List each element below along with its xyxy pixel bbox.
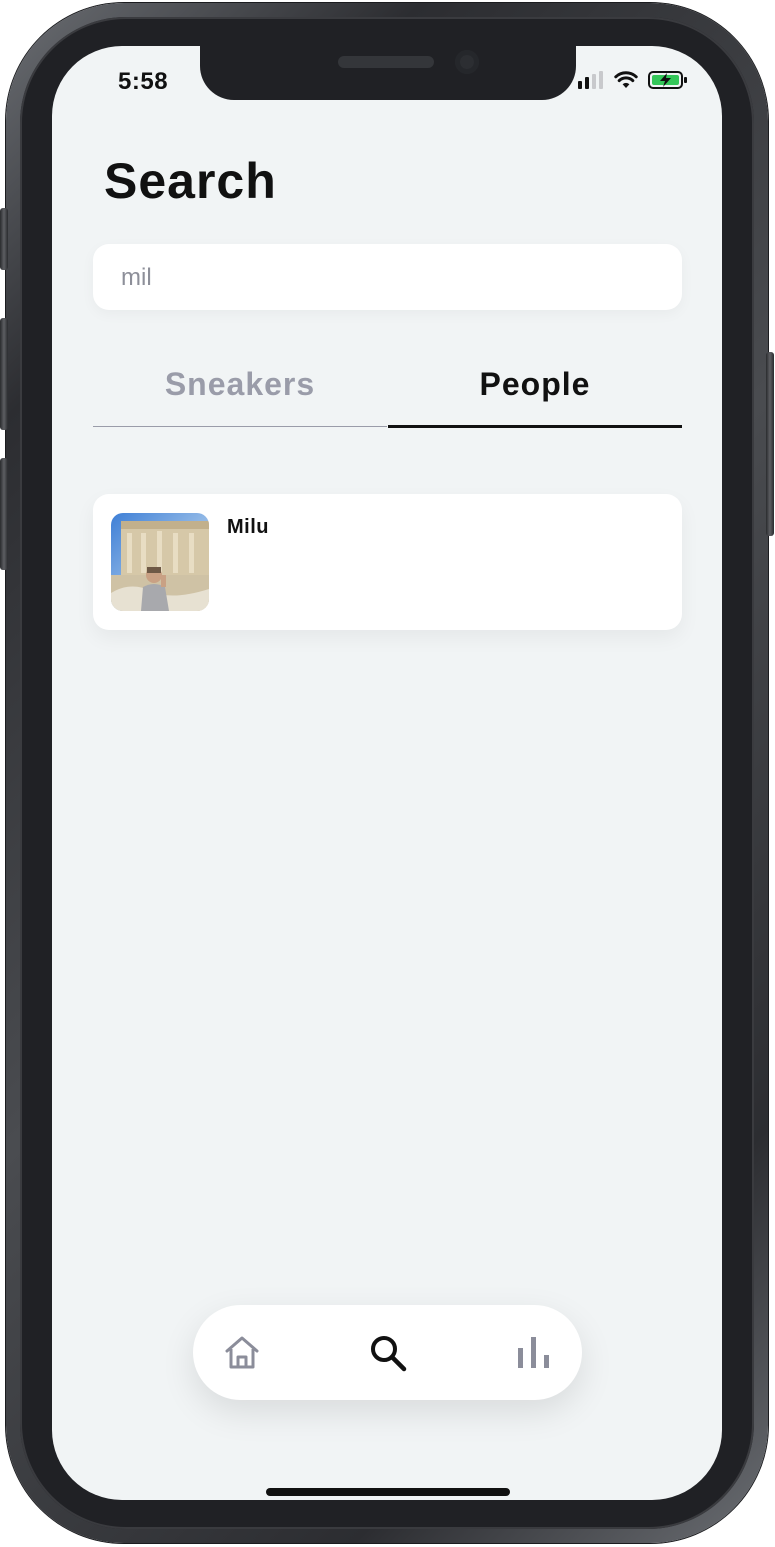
- battery-charging-icon: [648, 71, 687, 89]
- tab-people[interactable]: People: [388, 354, 682, 428]
- search-box[interactable]: [93, 244, 682, 312]
- volume-up-button: [0, 318, 8, 430]
- segmented-tabs: Sneakers People: [93, 354, 682, 428]
- tab-sneakers[interactable]: Sneakers: [93, 354, 387, 427]
- wifi-icon: [614, 71, 638, 88]
- nav-search-button[interactable]: [343, 1305, 433, 1400]
- nav-stats-button[interactable]: [489, 1305, 579, 1400]
- signal-icon: [578, 71, 603, 89]
- front-camera: [455, 50, 479, 74]
- home-indicator: [266, 1488, 510, 1496]
- home-icon: [225, 1336, 259, 1368]
- bar-chart-icon: [518, 1336, 549, 1368]
- page-title: Search: [104, 153, 277, 209]
- speaker-grille: [338, 56, 434, 68]
- search-input[interactable]: [119, 244, 663, 312]
- nav-home-button[interactable]: [197, 1305, 287, 1400]
- status-time: 5:58: [118, 68, 169, 95]
- screen: 5:58 Search Sneakers People: [52, 46, 722, 1500]
- notch: [200, 46, 576, 100]
- silent-switch: [0, 208, 8, 270]
- volume-down-button: [0, 458, 8, 570]
- status-icons: [578, 70, 688, 90]
- result-card[interactable]: Milu: [93, 494, 682, 630]
- search-icon: [371, 1335, 407, 1371]
- power-button: [766, 352, 774, 536]
- bottom-nav: [193, 1305, 582, 1400]
- result-name: Milu: [227, 516, 269, 538]
- user-photo: [111, 513, 209, 611]
- avatar: [111, 513, 209, 611]
